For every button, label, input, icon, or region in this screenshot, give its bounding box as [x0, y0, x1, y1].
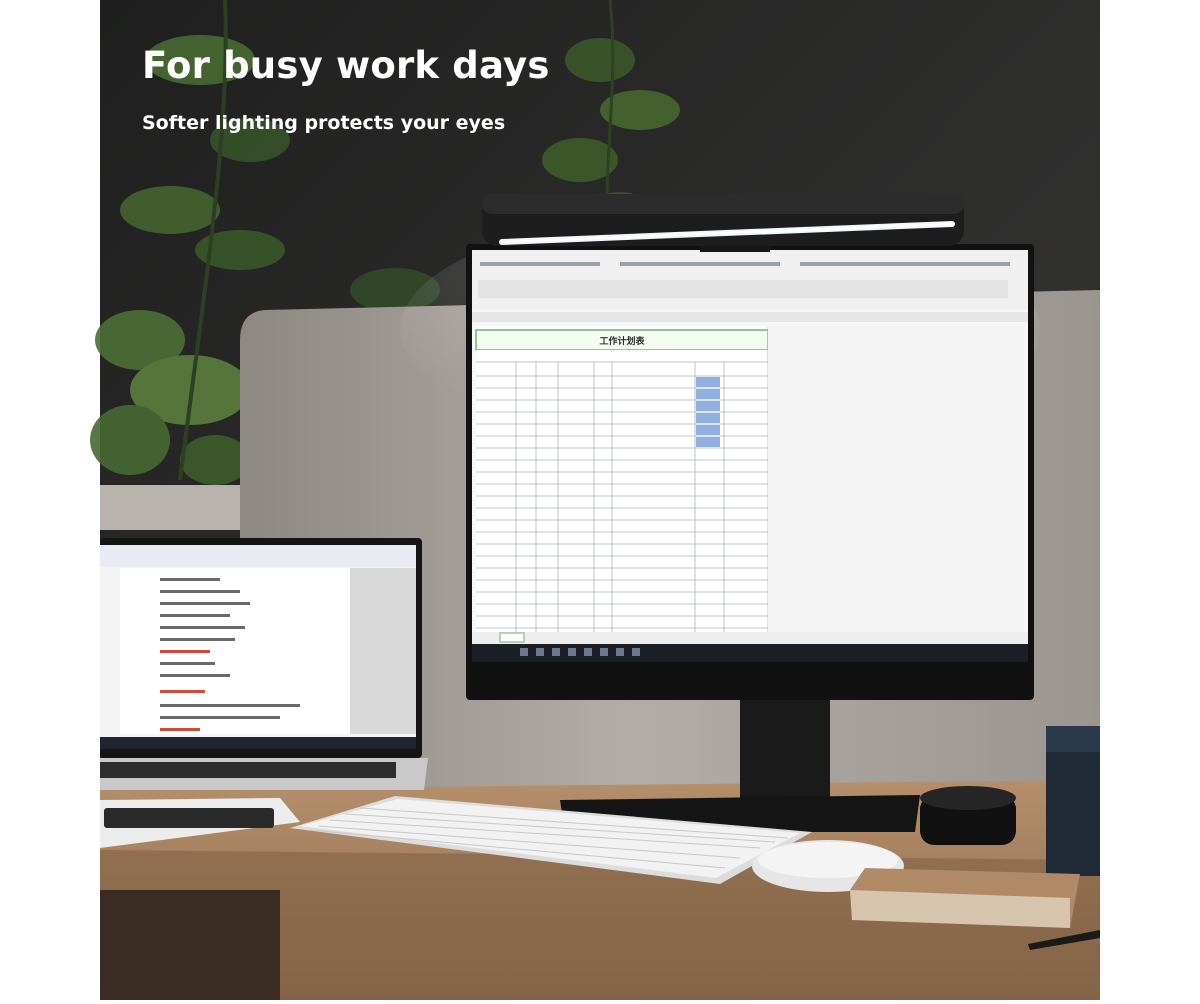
speaker-icon — [920, 786, 1016, 845]
spreadsheet-title: 工作计划表 — [599, 335, 645, 347]
laptop-icon — [100, 538, 428, 790]
headline: For busy work days — [142, 44, 550, 87]
notebook-icon — [104, 808, 274, 828]
light-bar-icon — [482, 194, 964, 252]
notebook-icon — [850, 868, 1080, 928]
subheadline: Softer lighting protects your eyes — [142, 112, 506, 134]
monitor-icon — [466, 244, 1034, 700]
product-photo: 工作计划表 — [0, 0, 1200, 1000]
